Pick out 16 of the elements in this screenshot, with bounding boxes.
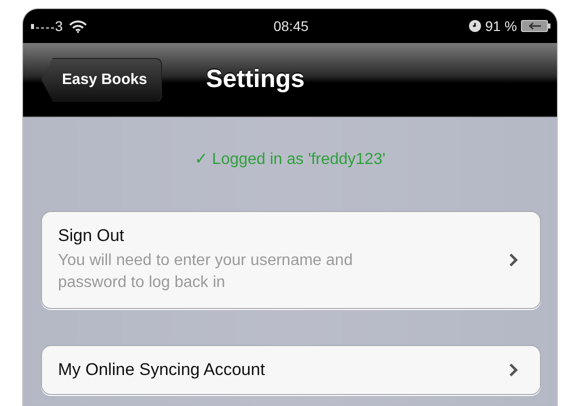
screen-title: Settings bbox=[206, 65, 305, 94]
battery-charging-icon bbox=[521, 20, 552, 32]
row-description: You will need to enter your username and password to log back in bbox=[58, 251, 354, 293]
signal-strength-icon bbox=[31, 23, 55, 29]
clock-time: 08:45 bbox=[273, 18, 309, 34]
wifi-icon bbox=[68, 20, 87, 32]
chevron-right-icon bbox=[509, 253, 518, 267]
row-title: My Online Syncing Account bbox=[58, 360, 266, 380]
settings-row[interactable]: My Online Syncing Account bbox=[41, 345, 541, 395]
carrier-label: 3 bbox=[55, 18, 63, 34]
login-status: ✓ Logged in as 'freddy123' bbox=[194, 151, 386, 168]
chevron-right-icon bbox=[509, 363, 518, 377]
row-title: Sign Out bbox=[58, 226, 126, 246]
settings-row[interactable]: Sign Out You will need to enter your username and password to log back in bbox=[41, 211, 541, 309]
battery-percentage: 91 % bbox=[485, 18, 518, 34]
back-button[interactable]: Easy Books bbox=[41, 58, 162, 102]
